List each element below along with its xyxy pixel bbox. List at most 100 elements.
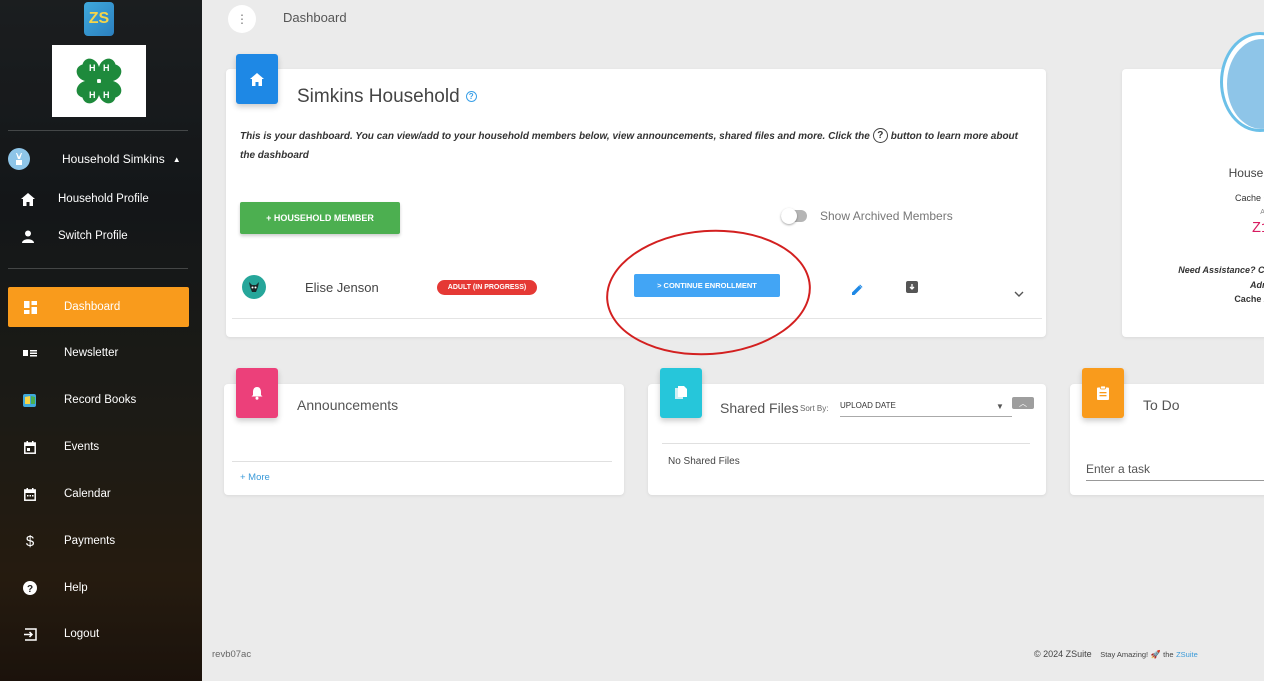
zsuite-logo[interactable]: ZS <box>84 2 114 36</box>
chevron-down-icon[interactable] <box>1014 284 1024 302</box>
svg-text:H: H <box>103 63 110 73</box>
description-text: This is your dashboard. You can view/add… <box>240 131 870 142</box>
shared-files-divider <box>662 443 1030 444</box>
todo-title: To Do <box>1143 397 1180 413</box>
announcements-card-icon <box>236 368 278 418</box>
revision-label: revb07ac <box>212 649 252 660</box>
caret-up-icon: ▲ <box>172 154 181 164</box>
person-icon <box>20 228 36 244</box>
page-title: Dashboard <box>283 10 347 25</box>
svg-text:H: H <box>89 63 96 73</box>
sort-by-label: Sort By: <box>800 404 829 413</box>
help-icon: ? <box>22 580 38 596</box>
side-card-line1: Cache C <box>1234 193 1264 203</box>
home-icon <box>250 72 264 86</box>
sidebar-item-label: Dashboard <box>64 301 121 313</box>
no-shared-files-text: No Shared Files <box>668 456 740 467</box>
sidebar-item-label: Switch Profile <box>58 230 128 242</box>
household-title: Simkins Household? <box>297 86 477 108</box>
household-title-text: Simkins Household <box>297 86 460 107</box>
household-description: This is your dashboard. You can view/add… <box>240 127 1030 165</box>
sidebar-item-label: Logout <box>64 628 100 640</box>
bell-icon <box>251 387 263 400</box>
help-question-icon[interactable]: ? <box>872 128 888 143</box>
add-household-member-button[interactable]: + HOUSEHOLD MEMBER <box>240 202 400 234</box>
footer-the-text: the <box>1163 650 1174 659</box>
sidebar-item-label: Events <box>64 441 100 453</box>
sidebar: ZS HHHH Household Simkins ▲ Household Pr… <box>0 0 202 681</box>
sidebar-item-label: Calendar <box>64 488 111 500</box>
side-card-assist2: Adm <box>1250 280 1264 290</box>
sidebar-divider <box>8 268 188 269</box>
member-avatar <box>242 275 266 299</box>
sidebar-item-switch-profile[interactable]: Switch Profile <box>0 216 190 256</box>
sidebar-item-logout[interactable]: Logout <box>0 614 190 654</box>
tagline-text: Stay Amazing! <box>1100 650 1149 659</box>
files-icon <box>675 386 687 399</box>
sidebar-item-calendar[interactable]: Calendar <box>0 474 190 514</box>
record-books-icon <box>22 392 38 408</box>
svg-text:H: H <box>89 90 96 100</box>
archive-icon[interactable] <box>906 281 918 293</box>
task-input[interactable] <box>1086 457 1264 481</box>
sidebar-item-label: Newsletter <box>64 347 119 359</box>
clover-icon: H HH H <box>76 58 122 104</box>
sidebar-user[interactable]: Household Simkins ▲ <box>8 148 181 170</box>
zsuite-logo-text: ZS <box>88 10 110 27</box>
sidebar-item-label: Record Books <box>64 394 137 406</box>
announcements-more-link[interactable]: + More <box>240 472 270 483</box>
announcements-divider <box>232 461 612 462</box>
zsuite-footer-link[interactable]: ZSuite <box>1176 650 1198 659</box>
dollar-icon: $ <box>25 532 35 550</box>
sidebar-item-events[interactable]: Events <box>0 427 190 467</box>
announcements-card <box>224 384 624 495</box>
logout-icon <box>22 626 38 642</box>
events-icon <box>22 439 38 455</box>
sidebar-item-label: Payments <box>64 535 116 547</box>
sidebar-item-dashboard[interactable]: Dashboard <box>8 287 189 327</box>
show-archived-toggle[interactable] <box>781 208 807 224</box>
sidebar-item-household-profile[interactable]: Household Profile <box>0 179 190 219</box>
more-vert-icon: ⋮ <box>236 12 248 26</box>
sidebar-item-help[interactable]: ? Help <box>0 568 190 608</box>
chevron-up-icon: ︿ <box>1019 398 1027 408</box>
side-card-code: Z1 <box>1251 220 1264 237</box>
show-archived-label: Show Archived Members <box>820 209 953 223</box>
help-circle-icon[interactable]: ? <box>465 91 477 102</box>
sidebar-item-newsletter[interactable]: Newsletter <box>0 333 190 373</box>
sidebar-divider <box>8 130 188 131</box>
calendar-icon <box>22 486 38 502</box>
member-row-divider <box>232 318 1042 319</box>
member-status-badge: ADULT (IN PROGRESS) <box>437 280 537 295</box>
side-card-assist3: Cache A <box>1234 294 1264 304</box>
home-icon <box>20 191 36 207</box>
shared-files-card-icon <box>660 368 702 418</box>
newsletter-icon <box>22 345 38 361</box>
user-avatar <box>8 148 30 170</box>
more-menu-button[interactable]: ⋮ <box>228 5 256 33</box>
side-card-assist: Need Assistance? Co <box>1178 265 1264 275</box>
sort-direction-button[interactable]: ︿ <box>1012 397 1034 409</box>
footer-copyright: © 2024 ZSuite Stay Amazing! 🚀 the ZSuite <box>1034 649 1198 659</box>
dropdown-arrow-icon[interactable]: ▼ <box>996 402 1004 411</box>
user-name: Household Simkins <box>62 152 165 166</box>
dashboard-icon <box>22 299 38 315</box>
member-name: Elise Jenson <box>305 280 379 295</box>
continue-enrollment-button[interactable]: > CONTINUE ENROLLMENT <box>634 274 780 297</box>
todo-card-icon <box>1082 368 1124 418</box>
sort-by-select[interactable]: UPLOAD DATE <box>840 399 1012 417</box>
side-card-line2: AC <box>1260 209 1264 216</box>
clipboard-icon <box>1097 386 1109 400</box>
edit-pencil-icon[interactable] <box>852 282 863 300</box>
bunny-icon <box>1227 39 1264 129</box>
sidebar-item-payments[interactable]: $ Payments <box>0 521 190 561</box>
copyright-text: © 2024 ZSuite <box>1034 649 1092 659</box>
sidebar-item-label: Help <box>64 582 88 594</box>
animal-icon <box>249 282 259 292</box>
4h-clover-logo: HHHH <box>52 45 146 117</box>
svg-text:H: H <box>103 90 110 100</box>
sidebar-item-record-books[interactable]: Record Books <box>0 380 190 420</box>
announcements-title: Announcements <box>297 397 399 413</box>
svg-text:?: ? <box>27 584 33 595</box>
household-name-partial: Househ <box>1228 166 1264 180</box>
